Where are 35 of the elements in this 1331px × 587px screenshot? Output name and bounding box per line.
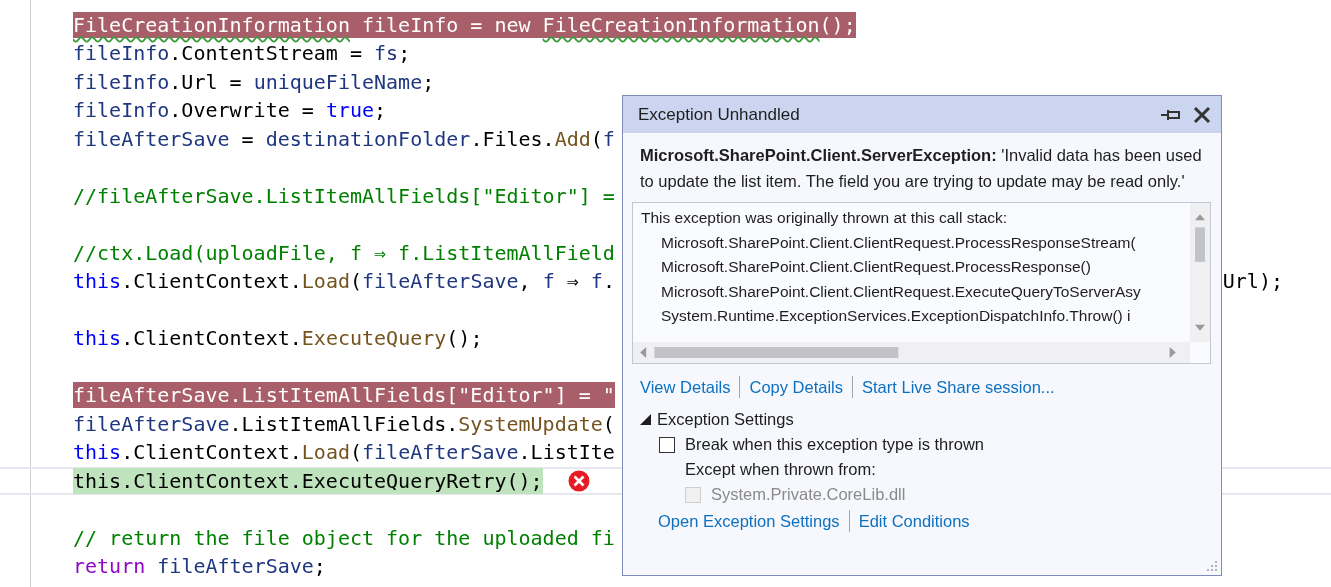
checkbox[interactable]: [659, 436, 675, 453]
horizontal-scrollbar[interactable]: [633, 342, 1190, 363]
code-line: fileAfterSave = destinationFolder.Files.Add(f: [73, 125, 615, 152]
expand-triangle-icon[interactable]: [640, 414, 651, 425]
code-line: //fileAfterSave.ListItemAllFields["Editor"] =: [73, 182, 615, 209]
settings-link[interactable]: Open Exception Settings: [658, 511, 840, 531]
checkbox-label[interactable]: Break when this exception type is thrown: [685, 435, 984, 454]
code-line: fileAfterSave.ListItemAllFields.SystemUpdate(: [73, 410, 615, 437]
stack-heading: This exception was originally thrown at this call stack:: [641, 208, 1009, 228]
code-line: this.ClientContext.Load(fileAfterSave, f ⇒ f.: [73, 268, 615, 295]
code-line: this.ClientContext.ExecuteQuery();: [73, 325, 483, 352]
stack-frame: Microsoft.SharePoint.Client.ClientRequest.ExecuteQueryToServerAsy: [641, 279, 1190, 304]
details-link[interactable]: Start Live Share session...: [862, 377, 1055, 397]
close-icon[interactable]: [1193, 105, 1211, 124]
popup-title: Exception Unhandled: [638, 104, 801, 125]
details-link[interactable]: Copy Details: [749, 377, 844, 397]
exception-message: Microsoft.SharePoint.Client.ServerException: 'Invalid data has been used to update the list item. The field you are trying to update may be read only.': [639, 145, 1203, 192]
code-line: fileInfo.ContentStream = fs;: [73, 40, 411, 67]
settings-link[interactable]: Edit Conditions: [858, 511, 970, 531]
code-line: Url);: [1222, 269, 1284, 294]
stack-frame: System.Runtime.ExceptionServices.ExceptionDispatchInfo.Throw() i: [641, 304, 1190, 329]
resize-grip-icon[interactable]: [1206, 560, 1218, 572]
code-line: //ctx.Load(uploadFile, f ⇒ f.ListItemAllField: [73, 239, 615, 266]
code-line: fileInfo.Overwrite = true;: [73, 97, 387, 124]
code-line: this.ClientContext.Load(fileAfterSave.ListIte: [73, 439, 615, 466]
vertical-scrollbar[interactable]: [1190, 203, 1210, 342]
pin-icon[interactable]: [1161, 108, 1181, 121]
code-line: fileInfo.Url = uniqueFileName;: [73, 68, 435, 95]
details-link[interactable]: View Details: [640, 377, 731, 397]
stack-frame: Microsoft.SharePoint.Client.ClientRequest.ProcessResponseStream(: [641, 230, 1190, 255]
section-header[interactable]: Exception Settings: [657, 410, 794, 429]
except-label: Except when thrown from:: [685, 460, 876, 479]
code-line: return fileAfterSave;: [73, 553, 326, 580]
code-line: // return the file object for the uploaded fi: [73, 524, 615, 551]
stack-frame: Microsoft.SharePoint.Client.ClientRequest.ProcessResponse(): [641, 255, 1190, 280]
